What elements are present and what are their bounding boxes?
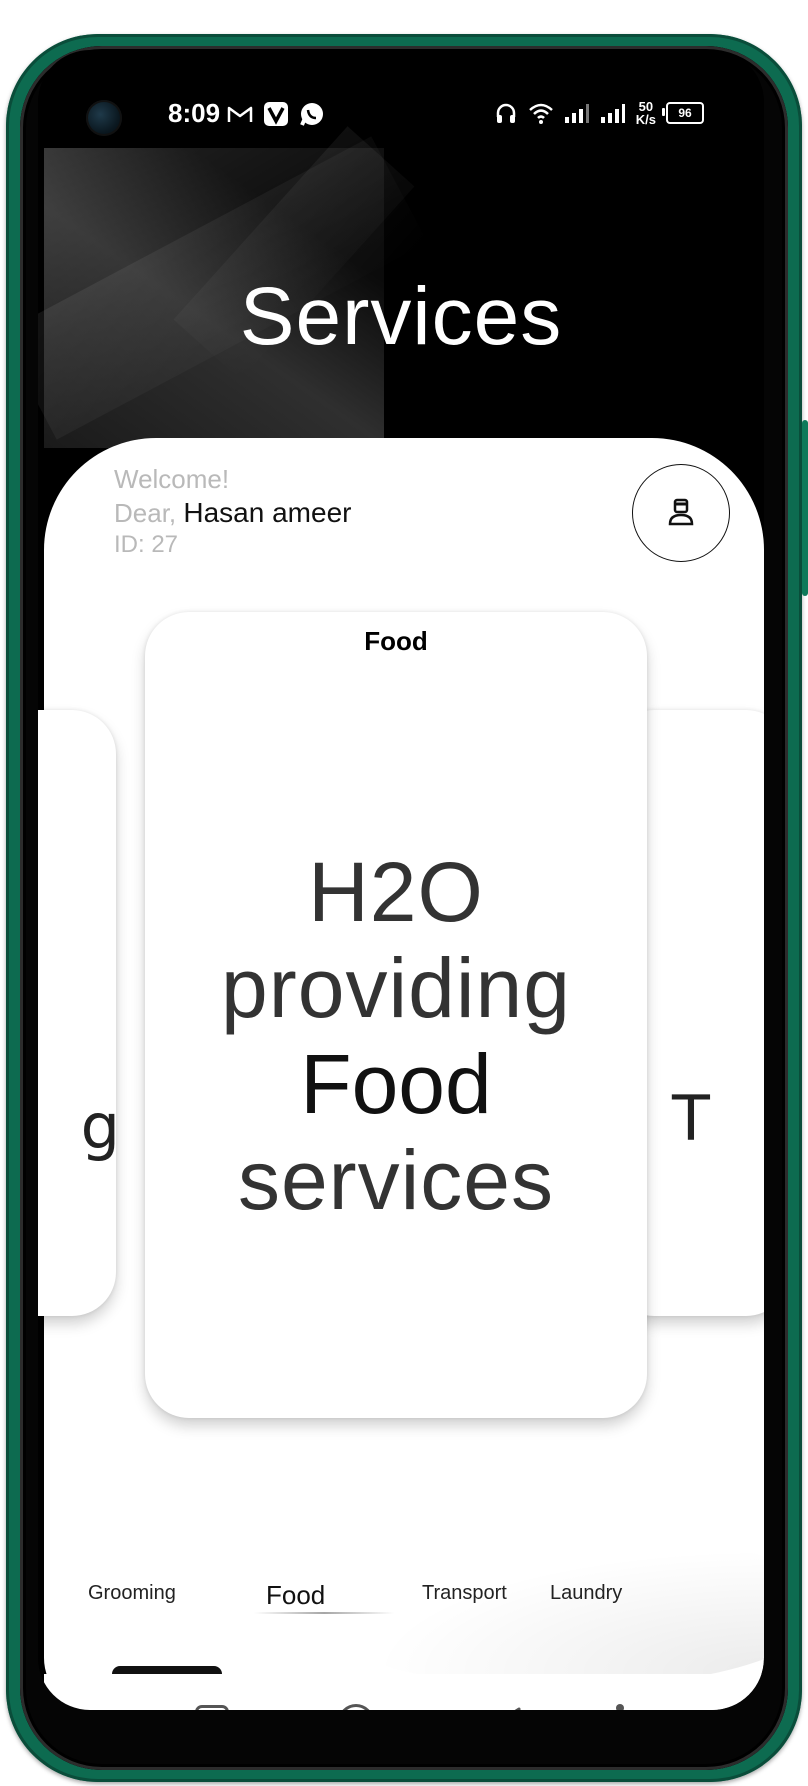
network-speed-unit: K/s — [635, 112, 656, 127]
welcome-greeting: Welcome! — [114, 464, 230, 494]
card-line-1: H2O — [308, 845, 484, 939]
notification-icons — [226, 100, 326, 128]
network-speed: 50 K/s — [636, 100, 656, 126]
system-icons: 50 K/s 96 — [494, 100, 704, 126]
tab-transport[interactable]: Transport — [422, 1582, 507, 1605]
prev-card-text: g — [80, 1090, 120, 1163]
battery-indicator: 96 — [662, 102, 704, 124]
service-tabs: Grooming Food Transport Laundry — [44, 1574, 764, 1634]
status-bar: 8:09 50 K/s 96 — [38, 50, 764, 150]
user-icon — [668, 498, 694, 526]
service-card-food[interactable]: Food H2O providing Food services — [145, 612, 647, 1418]
screen: 8:09 50 K/s 96 Services Welcome! Dear, H… — [38, 50, 764, 1710]
tab-indicator-bar — [112, 1666, 222, 1674]
back-button[interactable] — [484, 1696, 536, 1710]
active-tab-underline — [254, 1612, 394, 1614]
front-camera — [86, 100, 122, 136]
square-icon — [195, 1705, 229, 1710]
gmail-icon — [226, 100, 254, 128]
battery-level: 96 — [678, 106, 692, 120]
tab-grooming[interactable]: Grooming — [88, 1582, 176, 1605]
side-button — [802, 420, 808, 596]
accessibility-button[interactable] — [594, 1696, 646, 1710]
status-time: 8:09 — [168, 98, 221, 128]
service-card-prev[interactable]: g — [38, 710, 120, 1316]
user-id: ID: 27 — [114, 531, 179, 558]
back-triangle-icon — [514, 1707, 521, 1710]
accessibility-icon — [616, 1704, 624, 1710]
whatsapp-icon — [298, 100, 326, 128]
signal-icon — [564, 104, 589, 123]
card-line-2: providing — [221, 941, 571, 1035]
page-title: Services — [239, 271, 563, 362]
profile-button[interactable] — [632, 464, 730, 562]
tab-food[interactable]: Food — [266, 1580, 325, 1611]
home-button[interactable] — [330, 1696, 382, 1710]
welcome-block: Welcome! Dear, Hasan ameer ID: 27 — [114, 464, 351, 559]
card-body: H2O providing Food services — [145, 844, 647, 1228]
recent-apps-button[interactable] — [186, 1696, 238, 1710]
card-line-3: Food — [300, 1037, 492, 1131]
content-sheet: Welcome! Dear, Hasan ameer ID: 27 g T Fo… — [38, 438, 764, 1710]
system-nav-bar — [44, 1674, 764, 1710]
next-card-text: T — [672, 1082, 710, 1155]
welcome-dear-line: Dear, Hasan ameer — [114, 497, 351, 529]
card-line-4: services — [237, 1133, 555, 1227]
user-name: Hasan ameer — [183, 497, 352, 528]
v-app-icon — [262, 100, 290, 128]
card-title: Food — [364, 626, 428, 656]
circle-icon — [338, 1704, 374, 1710]
headphones-icon — [496, 103, 516, 123]
tab-laundry[interactable]: Laundry — [550, 1582, 622, 1605]
dear-label: Dear, — [114, 498, 177, 528]
signal-icon-2 — [600, 104, 625, 123]
wifi-icon — [528, 103, 553, 124]
